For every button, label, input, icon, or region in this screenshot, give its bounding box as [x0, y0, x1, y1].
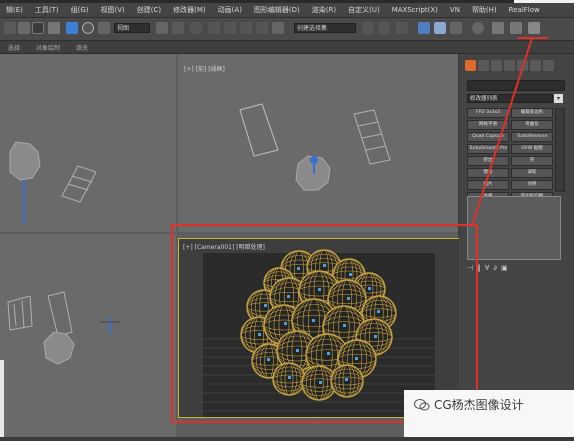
ribbon-tab[interactable]: 选择 [0, 43, 28, 52]
remove-modifier-icon[interactable]: ∂ [493, 264, 497, 272]
viewport-front-scene [239, 103, 391, 191]
wechat-icon [414, 398, 430, 410]
scale-icon[interactable] [98, 22, 110, 34]
modifier-button[interactable]: UVW 贴图 [511, 144, 553, 154]
stack-controls: ⊣ ‖ ∀ ∂ ▣ [467, 264, 508, 272]
select-icon[interactable] [48, 22, 60, 34]
reference-coord-dropdown[interactable]: 视图 [114, 23, 150, 33]
panel-scrollbar[interactable] [555, 108, 565, 192]
viewport-left-scene [7, 291, 120, 365]
ribbon-tab[interactable]: 填充 [68, 43, 96, 52]
object-name-field[interactable] [467, 80, 565, 91]
menu-item[interactable]: 图形编辑器(D) [248, 5, 306, 15]
modifier-button[interactable]: FFD 3x3x3 [467, 108, 509, 118]
modifier-button[interactable]: 弯曲化 [511, 120, 553, 130]
wrench-icon[interactable] [543, 60, 554, 71]
modifier-stack[interactable] [467, 196, 561, 260]
menu-item[interactable]: 创建(C) [131, 5, 167, 15]
modifier-buttons: FFD 3x3x3 编辑多边形 网格平滑 弯曲化 Quad Capsule TurboRe… [467, 108, 553, 202]
layer-icon[interactable] [396, 22, 408, 34]
snap-3d-icon[interactable] [208, 22, 220, 34]
rendered-frame-icon[interactable] [510, 22, 522, 34]
watermark: CG杨杰图像设计 [414, 396, 524, 413]
align-icon[interactable] [378, 22, 390, 34]
modifier-button[interactable]: Quad Capsule [467, 132, 509, 142]
rotate-icon[interactable] [82, 22, 94, 34]
motion-tab-icon[interactable] [504, 60, 515, 71]
viewport-top-scene [9, 141, 97, 224]
modifier-list-dropdown[interactable]: 修改器列表 [467, 94, 553, 103]
make-unique-icon[interactable]: ∀ [485, 264, 490, 272]
ribbon-tab[interactable]: 对象绘制 [28, 43, 68, 52]
configure-sets-icon[interactable]: ▣ [501, 264, 508, 272]
select-region-icon[interactable] [32, 22, 44, 34]
graphite-icon[interactable] [418, 22, 430, 34]
schematic-icon[interactable] [450, 22, 462, 34]
edit-named-selection-icon[interactable] [272, 22, 284, 34]
undo-icon[interactable] [4, 22, 16, 34]
modifier-button[interactable]: 编辑多边形 [511, 108, 553, 118]
menu-item[interactable]: RealFlow [503, 6, 546, 14]
modifier-button[interactable]: 网格平滑 [467, 120, 509, 130]
show-end-result-icon[interactable]: ‖ [477, 264, 481, 272]
modifier-button[interactable]: 面片 [467, 180, 509, 190]
chevron-down-icon[interactable]: ▾ [554, 94, 563, 103]
menu-item[interactable]: 修改器(M) [167, 5, 212, 15]
wire-sphere [330, 364, 364, 398]
render-setup-icon[interactable] [492, 22, 504, 34]
ribbon-tabs: 选择 对象绘制 填充 [0, 41, 574, 54]
menu-item[interactable]: 视图(V) [95, 5, 131, 15]
menu-item[interactable]: 渲染(R) [306, 5, 342, 15]
menu-item[interactable]: 组(G) [65, 5, 95, 15]
hierarchy-tab-icon[interactable] [491, 60, 502, 71]
viewport-left[interactable] [0, 234, 176, 437]
viewport-front[interactable]: [+] [前] [线框] [178, 54, 458, 232]
create-tab-icon[interactable] [465, 60, 476, 71]
watermark-text: CG杨杰图像设计 [434, 398, 524, 412]
menu-bar: 辑(E) 工具(T) 组(G) 视图(V) 创建(C) 修改器(M) 动画(A) 图形编辑器(… [0, 3, 574, 18]
keyboard-shortcut-icon[interactable] [190, 22, 202, 34]
mirror-icon[interactable] [362, 22, 374, 34]
menu-item[interactable]: 工具(T) [29, 5, 65, 15]
link-icon[interactable] [18, 22, 30, 34]
named-selection-dropdown[interactable]: 创建选择集 [294, 23, 356, 33]
modify-tab-icon[interactable] [478, 60, 489, 71]
menu-item[interactable]: 帮助(H) [466, 5, 503, 15]
menu-item[interactable]: 动画(A) [212, 5, 248, 15]
display-tab-icon[interactable] [517, 60, 528, 71]
pivot-icon[interactable] [156, 22, 168, 34]
viewport-top[interactable] [0, 54, 176, 232]
menu-item[interactable]: 自定义(U) [342, 5, 386, 15]
material-editor-icon[interactable] [472, 22, 484, 34]
modifier-button[interactable]: 挤出 [467, 156, 509, 166]
percent-snap-icon[interactable] [240, 22, 252, 34]
modifier-button[interactable]: 涡轮 [511, 168, 553, 178]
command-panel: 修改器列表 ▾ FFD 3x3x3 编辑多边形 网格平滑 弯曲化 Quad Capsul… [459, 54, 574, 437]
select-manipulate-icon[interactable] [172, 22, 184, 34]
angle-snap-icon[interactable] [224, 22, 236, 34]
move-icon[interactable] [66, 22, 78, 34]
menu-item[interactable]: VN [444, 6, 466, 14]
pin-stack-icon[interactable]: ⊣ [467, 264, 473, 272]
command-panel-tabs [465, 60, 554, 71]
render-teapot-icon[interactable] [528, 22, 540, 34]
main-toolbar: 视图 创建选择集 [0, 18, 574, 41]
spinner-snap-icon[interactable] [256, 22, 268, 34]
modifier-button[interactable]: TurboReverse [511, 132, 553, 142]
modifier-button[interactable]: 倒角 [467, 168, 509, 178]
modifier-button[interactable]: 对称 [511, 180, 553, 190]
modifier-button[interactable]: TurboSmooth Pro [467, 144, 509, 154]
viewport-front-label: [+] [前] [线框] [184, 66, 225, 73]
utilities-tab-icon[interactable] [530, 60, 541, 71]
edge-strip [0, 360, 4, 437]
wire-sphere [272, 362, 306, 396]
menu-item[interactable]: 辑(E) [0, 5, 29, 15]
modifier-button[interactable]: 壳 [511, 156, 553, 166]
menu-item[interactable]: MAXScript(X) [386, 6, 444, 14]
curve-editor-icon[interactable] [434, 22, 446, 34]
